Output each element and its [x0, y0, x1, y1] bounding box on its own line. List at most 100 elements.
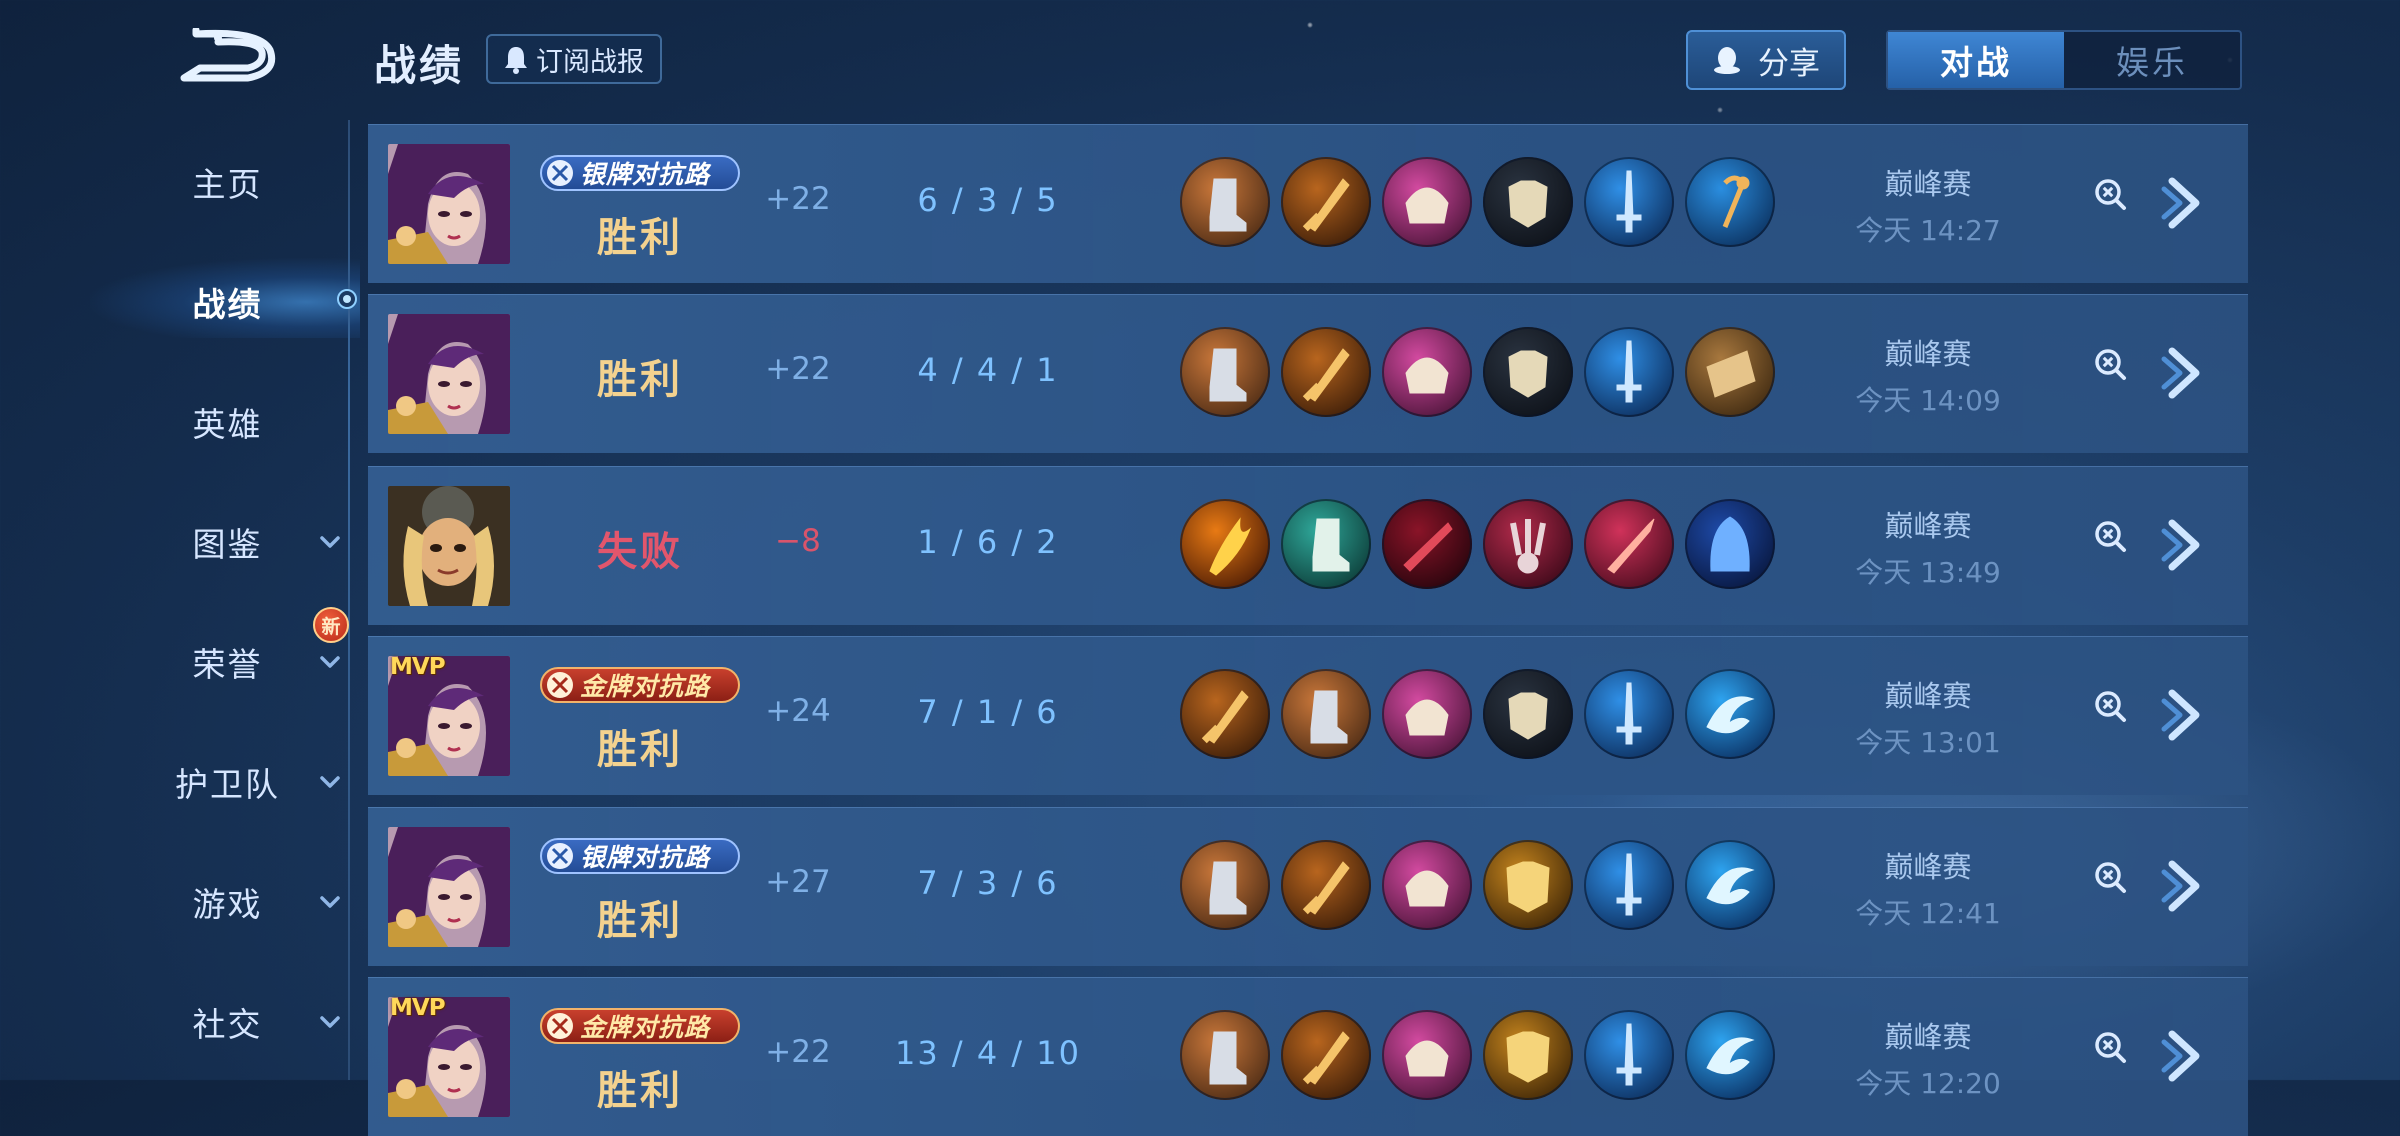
helmet-icon[interactable] — [1382, 840, 1472, 930]
sidebar-item-7[interactable]: 社交 — [150, 992, 380, 1052]
helmet-icon[interactable] — [1382, 157, 1472, 247]
match-mode: 巅峰赛 — [1884, 850, 1972, 884]
replay-icon[interactable] — [2093, 860, 2127, 894]
sidebar-item-5[interactable]: 护卫队 — [150, 752, 380, 812]
kda-stat: 13 / 4 / 10 — [894, 1034, 1082, 1072]
match-row[interactable]: MVP 金牌对抗路 胜利 +22 13 / 4 / 10 巅峰赛 今天 12:20 — [368, 977, 2248, 1136]
hero-avatar[interactable] — [388, 486, 510, 606]
chevron-right-icon[interactable] — [2158, 515, 2210, 575]
share-button[interactable]: 分享 — [1686, 30, 1846, 90]
chevron-right-icon[interactable] — [2158, 173, 2210, 233]
blade-icon[interactable] — [1180, 669, 1270, 759]
sword-icon[interactable] — [1584, 1010, 1674, 1100]
boots-icon-glyph — [1209, 861, 1247, 915]
boots-icon[interactable] — [1180, 157, 1270, 247]
staff-icon[interactable] — [1685, 157, 1775, 247]
dark-blade-icon-glyph — [1403, 522, 1453, 572]
hero-avatar-image — [388, 827, 510, 947]
boots-icon[interactable] — [1180, 840, 1270, 930]
match-mode: 巅峰赛 — [1884, 1020, 1972, 1054]
match-row[interactable]: 银牌对抗路 胜利 +22 6 / 3 / 5 巅峰赛 今天 14:27 — [368, 124, 2248, 283]
cloak-icon[interactable] — [1685, 499, 1775, 589]
sidebar-divider — [348, 120, 350, 1080]
gold-armor-icon[interactable] — [1483, 840, 1573, 930]
jade-boots-icon[interactable] — [1281, 499, 1371, 589]
claw-icon[interactable] — [1483, 499, 1573, 589]
sword-icon[interactable] — [1584, 669, 1674, 759]
blade-icon[interactable] — [1281, 840, 1371, 930]
blade-icon[interactable] — [1281, 157, 1371, 247]
boots-icon[interactable] — [1180, 327, 1270, 417]
blade-icon[interactable] — [1281, 327, 1371, 417]
gold-armor-icon[interactable] — [1483, 1010, 1573, 1100]
chevron-right-icon[interactable] — [2158, 1026, 2210, 1086]
bell-icon — [505, 47, 527, 74]
equipment-list — [1180, 499, 1786, 589]
sword-icon-glyph — [1616, 1023, 1642, 1086]
replay-icon[interactable] — [2093, 177, 2127, 211]
blade-icon-glyph — [1302, 348, 1350, 402]
helmet-icon[interactable] — [1382, 327, 1472, 417]
armor-icon[interactable] — [1483, 669, 1573, 759]
sidebar-item-3[interactable]: 图鉴 — [150, 512, 380, 572]
hero-avatar[interactable] — [388, 144, 510, 264]
shield-icon[interactable] — [1685, 327, 1775, 417]
armor-icon-glyph — [1508, 692, 1548, 740]
replay-icon[interactable] — [2093, 347, 2127, 381]
page-title: 战绩 — [374, 41, 465, 90]
tab-entertainment[interactable]: 娱乐 — [2064, 32, 2240, 88]
chevron-right-icon[interactable] — [2158, 343, 2210, 403]
subscribe-report-button[interactable]: 订阅战报 — [486, 34, 662, 84]
blade-icon[interactable] — [1281, 1010, 1371, 1100]
silver-rank-badge: 银牌对抗路 — [540, 155, 740, 191]
sword-icon[interactable] — [1584, 840, 1674, 930]
replay-icon[interactable] — [2093, 689, 2127, 723]
flame-blade-icon[interactable] — [1180, 499, 1270, 589]
sword-icon[interactable] — [1584, 327, 1674, 417]
sidebar-item-1[interactable]: 战绩 — [150, 272, 380, 332]
boots-icon[interactable] — [1281, 669, 1371, 759]
hero-avatar[interactable] — [388, 827, 510, 947]
boots-icon-glyph — [1209, 1031, 1247, 1085]
blade-icon-glyph — [1302, 861, 1350, 915]
wave-icon[interactable] — [1685, 840, 1775, 930]
match-row[interactable]: MVP 金牌对抗路 胜利 +24 7 / 1 / 6 巅峰赛 今天 13:01 — [368, 636, 2248, 795]
armor-icon[interactable] — [1483, 157, 1573, 247]
wave-icon[interactable] — [1685, 1010, 1775, 1100]
replay-icon[interactable] — [2093, 1030, 2127, 1064]
spear-icon-glyph — [1607, 518, 1655, 574]
dark-blade-icon[interactable] — [1382, 499, 1472, 589]
equipment-list — [1180, 327, 1786, 417]
hero-avatar[interactable] — [388, 314, 510, 434]
back-arrow-icon[interactable] — [178, 28, 280, 84]
share-label: 分享 — [1758, 45, 1820, 82]
wave-icon[interactable] — [1685, 669, 1775, 759]
sidebar-item-6[interactable]: 游戏 — [150, 872, 380, 932]
wave-icon-glyph — [1706, 1037, 1755, 1075]
helmet-icon[interactable] — [1382, 669, 1472, 759]
crossed-swords-icon — [547, 672, 573, 698]
sidebar-item-4[interactable]: 荣誉 — [150, 632, 380, 692]
match-time: 今天 12:41 — [1855, 897, 2001, 930]
rank-badge-label: 银牌对抗路 — [580, 160, 711, 189]
replay-icon[interactable] — [2093, 519, 2127, 553]
match-row[interactable]: 胜利 +22 4 / 4 / 1 巅峰赛 今天 14:09 — [368, 294, 2248, 453]
match-row[interactable]: 失败 −8 1 / 6 / 2 巅峰赛 今天 13:49 — [368, 466, 2248, 625]
spear-icon[interactable] — [1584, 499, 1674, 589]
tab-battle[interactable]: 对战 — [1888, 32, 2064, 88]
boots-icon[interactable] — [1180, 1010, 1270, 1100]
sidebar-item-0[interactable]: 主页 — [150, 152, 380, 212]
helmet-icon-glyph — [1405, 1040, 1449, 1077]
sidebar-item-2[interactable]: 英雄 — [150, 392, 380, 452]
chevron-right-icon[interactable] — [2158, 856, 2210, 916]
chevron-down-icon — [320, 776, 340, 788]
armor-icon[interactable] — [1483, 327, 1573, 417]
helmet-icon[interactable] — [1382, 1010, 1472, 1100]
chevron-right-icon[interactable] — [2158, 685, 2210, 745]
wave-icon-glyph — [1706, 867, 1755, 905]
sword-icon[interactable] — [1584, 157, 1674, 247]
wave-icon-glyph — [1706, 696, 1755, 734]
match-row[interactable]: 银牌对抗路 胜利 +27 7 / 3 / 6 巅峰赛 今天 12:41 — [368, 807, 2248, 966]
crossed-swords-icon — [547, 160, 573, 186]
gold-rank-badge: 金牌对抗路 — [540, 1008, 740, 1044]
